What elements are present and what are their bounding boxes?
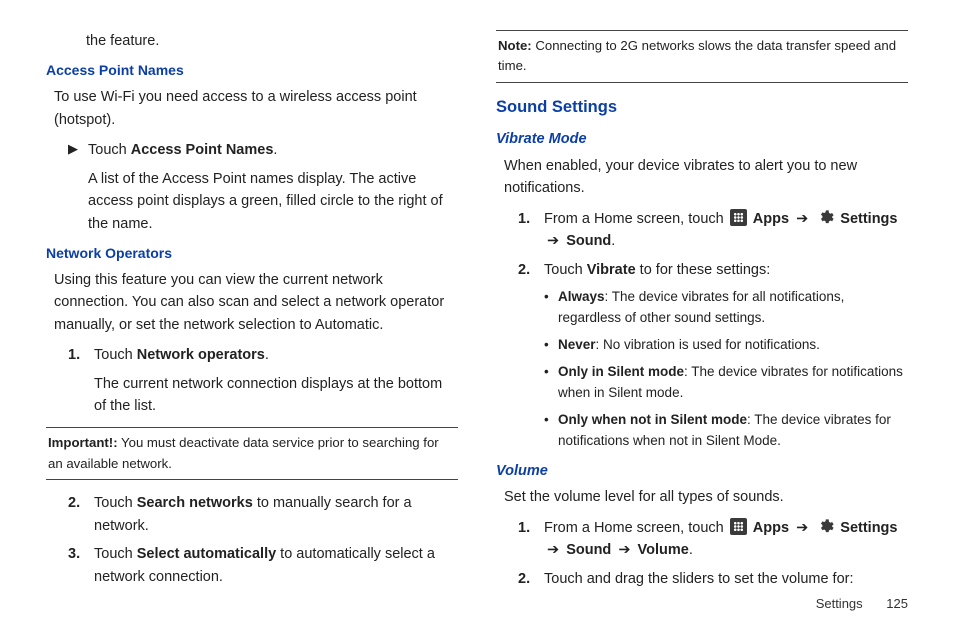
apn-step: ▶ Touch Access Point Names. A list of th… [68, 139, 458, 235]
netops-step-1: 1. Touch Network operators. The current … [68, 344, 458, 417]
netops-steps-continued: 2. Touch Search networks to manually sea… [68, 492, 458, 588]
netops-step-1-body: Touch Network operators. The current net… [94, 344, 458, 417]
bullet-icon: • [544, 287, 558, 329]
netops-1-bold: Network operators [137, 347, 265, 363]
apn-step-post: . [273, 142, 277, 158]
sound-label: Sound [566, 233, 611, 249]
bullet-icon: • [544, 335, 558, 356]
settings-label-2: Settings [840, 520, 897, 536]
vibrate-step-2: 2. Touch Vibrate to for these settings: [518, 259, 908, 281]
ol-num-v2: 2. [518, 259, 544, 281]
vibrate-option-notsilent: • Only when not in Silent mode: The devi… [544, 410, 908, 452]
netops-1-pre: Touch [94, 347, 137, 363]
bullet-icon: • [544, 362, 558, 404]
volume-step-1: 1. From a Home screen, touch Apps ➔ Sett… [518, 517, 908, 562]
vibrate-step-1: 1. From a Home screen, touch Apps ➔ Sett… [518, 208, 908, 253]
triangle-bullet-icon: ▶ [68, 139, 88, 235]
ol-num-1: 1. [68, 344, 94, 417]
important-label: Important!: [48, 435, 118, 450]
netops-steps: 1. Touch Network operators. The current … [68, 344, 458, 417]
arrow-icon-5: ➔ [618, 542, 630, 558]
opt-notsilent-b: Only when not in Silent mode [558, 412, 747, 427]
apn-step-desc: A list of the Access Point names display… [88, 168, 458, 235]
netops-step-2: 2. Touch Search networks to manually sea… [68, 492, 458, 537]
vibrate-2-pre: Touch [544, 262, 587, 278]
settings-label: Settings [840, 211, 897, 227]
vibrate-2-post: to for these settings: [636, 262, 771, 278]
volume-step-1-body: From a Home screen, touch Apps ➔ Setting… [544, 517, 908, 562]
apps-label-2: Apps [753, 520, 789, 536]
heading-sound-settings: Sound Settings [496, 95, 908, 121]
note-text: Connecting to 2G networks slows the data… [498, 38, 896, 73]
period: . [611, 233, 615, 249]
heading-access-point-names: Access Point Names [46, 60, 458, 82]
volume-step-2: 2. Touch and drag the sliders to set the… [518, 568, 908, 590]
settings-gear-icon [817, 209, 834, 226]
apps-grid-icon [730, 209, 747, 226]
footer-section: Settings [816, 596, 863, 611]
vibrate-option-never: • Never: No vibration is used for notifi… [544, 335, 908, 356]
page-columns: the feature. Access Point Names To use W… [46, 30, 908, 596]
right-column: Note: Connecting to 2G networks slows th… [496, 30, 908, 596]
ol-num-2: 2. [68, 492, 94, 537]
vibrate-1-pre: From a Home screen, touch [544, 211, 728, 227]
volume-intro: Set the volume level for all types of so… [504, 486, 908, 508]
heading-network-operators: Network Operators [46, 243, 458, 265]
vibrate-intro: When enabled, your device vibrates to al… [504, 155, 908, 200]
netops-3-bold: Select automatically [137, 546, 276, 562]
volume-step-2-body: Touch and drag the sliders to set the vo… [544, 568, 908, 590]
volume-1-pre: From a Home screen, touch [544, 520, 728, 536]
important-box: Important!: You must deactivate data ser… [46, 427, 458, 480]
netops-2-pre: Touch [94, 495, 137, 511]
volume-steps: 1. From a Home screen, touch Apps ➔ Sett… [518, 517, 908, 590]
apps-label: Apps [753, 211, 789, 227]
vibrate-option-always: • Always: The device vibrates for all no… [544, 287, 908, 329]
arrow-icon-3: ➔ [796, 520, 808, 536]
note-label: Note: [498, 38, 532, 53]
opt-silent-b: Only in Silent mode [558, 364, 684, 379]
apps-grid-icon [730, 518, 747, 535]
apn-step-bold: Access Point Names [131, 142, 274, 158]
vibrate-step-2-body: Touch Vibrate to for these settings: [544, 259, 908, 281]
netops-1-desc: The current network connection displays … [94, 373, 458, 418]
apn-step-pre: Touch [88, 142, 131, 158]
settings-gear-icon [817, 518, 834, 535]
netops-intro: Using this feature you can view the curr… [54, 269, 458, 336]
page-footer: Settings 125 [816, 594, 908, 614]
vibrate-2-bold: Vibrate [587, 262, 636, 278]
vibrate-steps: 1. From a Home screen, touch Apps ➔ Sett… [518, 208, 908, 281]
netops-3-pre: Touch [94, 546, 137, 562]
arrow-icon: ➔ [796, 211, 808, 227]
ol-num-v1: 1. [518, 208, 544, 253]
heading-volume: Volume [496, 460, 908, 482]
vibrate-option-silent: • Only in Silent mode: The device vibrat… [544, 362, 908, 404]
left-column: the feature. Access Point Names To use W… [46, 30, 458, 596]
ol-num-vol1: 1. [518, 517, 544, 562]
netops-step-3: 3. Touch Select automatically to automat… [68, 543, 458, 588]
netops-1-post: . [265, 347, 269, 363]
period-2: . [689, 542, 693, 558]
fragment-the-feature: the feature. [86, 30, 458, 52]
heading-vibrate-mode: Vibrate Mode [496, 128, 908, 150]
apn-intro: To use Wi-Fi you need access to a wirele… [54, 86, 458, 131]
netops-2-bold: Search networks [137, 495, 253, 511]
ol-num-3: 3. [68, 543, 94, 588]
opt-never-t: : No vibration is used for notifications… [596, 337, 820, 352]
footer-page-number: 125 [886, 596, 908, 611]
opt-always-b: Always [558, 289, 605, 304]
netops-step-2-body: Touch Search networks to manually search… [94, 492, 458, 537]
opt-never-b: Never [558, 337, 596, 352]
arrow-icon-4: ➔ [547, 542, 559, 558]
apn-step-body: Touch Access Point Names. A list of the … [88, 139, 458, 235]
vibrate-step-1-body: From a Home screen, touch Apps ➔ Setting… [544, 208, 908, 253]
arrow-icon-2: ➔ [547, 233, 559, 249]
bullet-icon: • [544, 410, 558, 452]
volume-label: Volume [638, 542, 689, 558]
vibrate-options: • Always: The device vibrates for all no… [544, 287, 908, 451]
sound-label-2: Sound [566, 542, 611, 558]
note-box-2g: Note: Connecting to 2G networks slows th… [496, 30, 908, 83]
netops-step-3-body: Touch Select automatically to automatica… [94, 543, 458, 588]
ol-num-vol2: 2. [518, 568, 544, 590]
